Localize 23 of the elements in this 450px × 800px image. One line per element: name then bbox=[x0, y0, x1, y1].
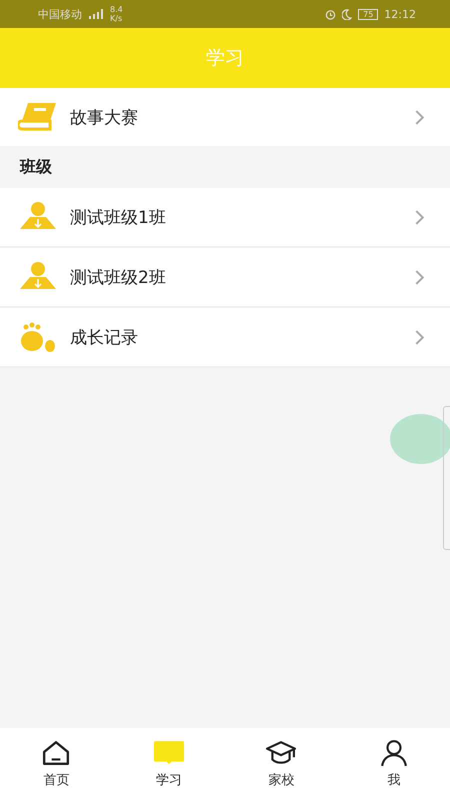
carrier-name: 中国移动 bbox=[38, 6, 82, 22]
tab[interactable]: 我 bbox=[338, 728, 450, 800]
clock-time: 12:12 bbox=[384, 8, 416, 20]
chevron-icon bbox=[415, 330, 424, 344]
floating-button[interactable] bbox=[390, 414, 450, 464]
tab[interactable]: 学习 bbox=[112, 728, 225, 800]
tab[interactable]: 家校 bbox=[225, 728, 338, 800]
side-handle[interactable] bbox=[443, 406, 450, 550]
graduation-cap-icon bbox=[264, 739, 298, 767]
book-icon bbox=[18, 101, 58, 133]
chevron-icon bbox=[415, 110, 424, 124]
chevron-icon bbox=[415, 270, 424, 284]
battery-icon: 75 bbox=[358, 8, 378, 20]
signal-icon bbox=[88, 9, 104, 19]
footprint-icon bbox=[18, 321, 58, 353]
alarm-icon bbox=[325, 8, 336, 20]
page-title: 学习 bbox=[206, 46, 244, 71]
moon-icon bbox=[342, 8, 352, 20]
chat-bubble-icon bbox=[152, 739, 186, 767]
network-speed: 8.4 K/s bbox=[110, 5, 124, 23]
tab[interactable]: 首页 bbox=[0, 728, 112, 800]
chevron-icon bbox=[415, 210, 424, 224]
section-title: 班级 bbox=[20, 156, 52, 178]
